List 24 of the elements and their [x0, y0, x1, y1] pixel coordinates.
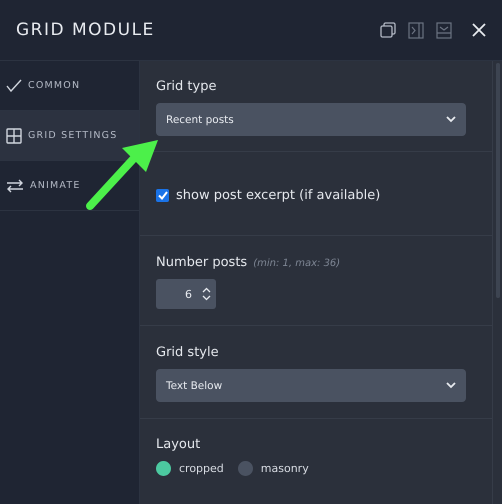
excerpt-checkbox-row[interactable]: show post excerpt (if available) — [156, 188, 466, 203]
layout-radio[interactable]: masonry — [238, 461, 309, 476]
dock-bottom-icon[interactable] — [436, 22, 452, 38]
copy-icon[interactable] — [380, 22, 396, 38]
field-label: Number posts — [156, 255, 248, 270]
chevron-down-icon — [446, 382, 456, 389]
number-posts-spinner[interactable]: 6 — [156, 279, 216, 309]
field-label: Grid style — [156, 345, 220, 360]
window-title: GRID MODULE — [16, 20, 156, 40]
field-label: Grid type — [156, 79, 218, 94]
chevron-down-icon — [446, 116, 456, 123]
sidebar-tab[interactable]: ANIMATE — [0, 161, 139, 211]
swap-arrows-icon — [6, 178, 24, 192]
dock-right-icon[interactable] — [408, 22, 424, 38]
grid-icon — [6, 128, 22, 144]
check-icon — [6, 78, 22, 92]
layout-radio[interactable]: cropped — [156, 461, 224, 476]
grid-style-dropdown[interactable]: Text Below — [156, 369, 466, 402]
range-hint: (min: 1, max: 36) — [253, 258, 340, 269]
grid-type-dropdown[interactable]: Recent posts — [156, 103, 466, 136]
sidebar-tab[interactable]: GRID SETTINGS — [0, 111, 139, 161]
checkbox[interactable] — [156, 189, 169, 202]
close-icon[interactable] — [472, 23, 486, 37]
field-label: Layout — [156, 437, 202, 452]
